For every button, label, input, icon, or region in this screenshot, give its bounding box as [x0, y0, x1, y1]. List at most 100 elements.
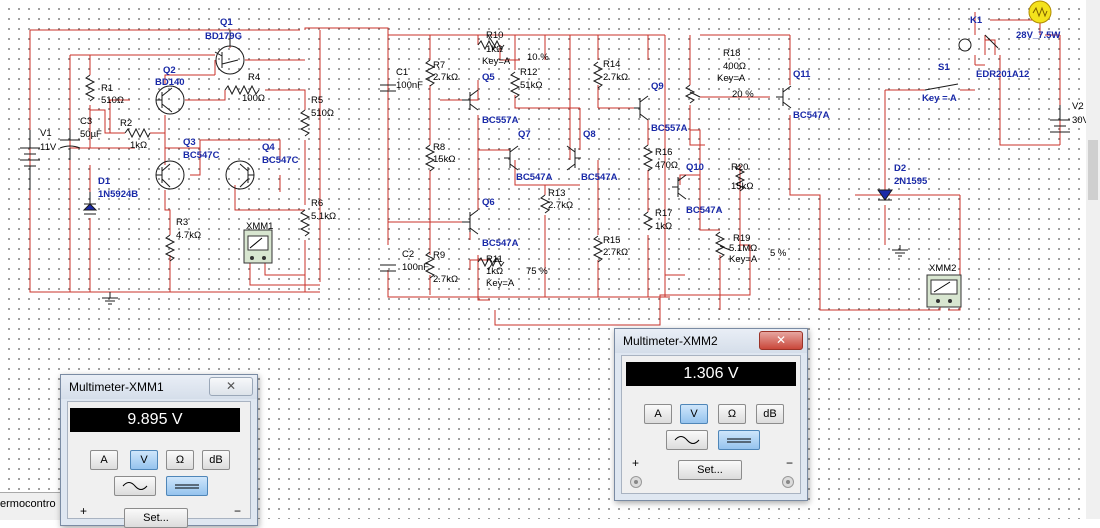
ohmmeter-mode-button[interactable]: Ω: [718, 404, 746, 424]
set-button[interactable]: Set...: [678, 460, 742, 480]
resistor-r12-icon: [509, 71, 521, 99]
label-q9-type: BC557A: [651, 123, 688, 134]
label-r4-val: 100Ω: [242, 93, 265, 104]
ac-mode-button[interactable]: [666, 430, 708, 450]
label-q11-type: BC547A: [793, 110, 830, 121]
label-q4-type: BC547C: [262, 155, 299, 166]
label-q1: Q1: [220, 17, 233, 28]
ground-icon: [102, 292, 118, 305]
label-q10-type: BC547A: [686, 205, 723, 216]
negative-terminal-label: −: [234, 504, 242, 518]
voltmeter-mode-button[interactable]: V: [680, 404, 708, 424]
label-r18-val: 400Ω: [723, 61, 746, 72]
label-c2-val: 100nF: [402, 262, 429, 273]
negative-terminal-label: −: [786, 456, 794, 470]
switch-s1-icon: [924, 83, 959, 91]
label-q6: Q6: [482, 197, 495, 208]
label-r11-key: Key=A: [486, 278, 515, 289]
label-d1-type: 1N5924B: [98, 189, 138, 200]
label-r9: R9: [433, 250, 445, 261]
relay-contact-k1-icon: [984, 34, 999, 49]
set-button[interactable]: Set...: [124, 508, 188, 528]
multimeter-xmm1-window[interactable]: Multimeter-XMM1 ✕ 9.895 V A V Ω dB + − S…: [60, 374, 258, 528]
positive-terminal[interactable]: [630, 476, 642, 488]
close-button[interactable]: ✕: [209, 377, 253, 396]
diode-d1-icon: [82, 192, 98, 215]
label-k1-type: EDR201A12: [976, 69, 1029, 80]
resistor-r1-icon: [84, 74, 96, 102]
multimeter-xmm1-icon[interactable]: [243, 229, 273, 264]
resistor-r15-icon: [592, 235, 604, 263]
label-r3: R3: [176, 217, 188, 228]
mm2-reading: 1.306 V: [626, 362, 796, 386]
label-v2: V2: [1072, 101, 1084, 112]
label-r13-val: 2.7kΩ: [548, 200, 573, 211]
label-r16-val: 470Ω: [655, 160, 678, 171]
ammeter-mode-button[interactable]: A: [644, 404, 672, 424]
label-q7: Q7: [518, 129, 531, 140]
decibel-mode-button[interactable]: dB: [202, 450, 230, 470]
label-r15-val: 2.7kΩ: [603, 247, 628, 258]
label-q5-type: BC557A: [482, 115, 519, 126]
label-d2-type: 2N1595: [894, 176, 928, 187]
resistor-r2-icon: [124, 127, 151, 139]
label-r17: R17: [655, 208, 672, 219]
label-r2: R2: [120, 118, 132, 129]
label-r6: R6: [311, 198, 323, 209]
vertical-scrollbar[interactable]: [1086, 0, 1100, 519]
positive-terminal-label: +: [632, 456, 640, 470]
label-s1-key: Key = A: [922, 93, 957, 104]
label-q2: Q2: [163, 65, 176, 76]
label-r10-pct: 10 %: [527, 52, 549, 63]
multimeter-xmm2-icon[interactable]: [926, 274, 962, 308]
label-r18-pct: 20 %: [732, 89, 754, 100]
close-icon: ✕: [225, 379, 237, 393]
dc-line-icon: [727, 438, 751, 443]
label-xmm1: XMM1: [246, 221, 273, 232]
label-v1: V1: [40, 128, 52, 139]
label-v1-val: 11V: [40, 142, 57, 153]
ammeter-mode-button[interactable]: A: [90, 450, 118, 470]
label-d2: D2: [894, 163, 906, 174]
transistor-q8-icon: [566, 145, 581, 171]
ohmmeter-mode-button[interactable]: Ω: [166, 450, 194, 470]
label-q5: Q5: [482, 72, 495, 83]
dc-mode-button[interactable]: [166, 476, 208, 496]
mm1-title: Multimeter-XMM1: [69, 380, 164, 394]
label-q6-type: BC547A: [482, 238, 519, 249]
label-r13: R13: [548, 188, 565, 199]
label-c2: C2: [402, 249, 414, 260]
label-lamp: 28V_7.5W: [1016, 30, 1060, 41]
close-button[interactable]: ✕: [759, 331, 803, 350]
label-r5: R5: [311, 95, 323, 106]
label-r10-key: Key=A: [482, 56, 511, 67]
negative-terminal[interactable]: [782, 476, 794, 488]
label-q10: Q10: [686, 162, 704, 173]
transistor-q11-icon: [776, 85, 792, 109]
label-q3-type: BC547C: [183, 150, 220, 161]
label-r10: R10: [486, 30, 503, 41]
ac-mode-button[interactable]: [114, 476, 156, 496]
label-r4: R4: [248, 72, 260, 83]
label-c3-val: 50µF: [80, 129, 102, 140]
label-r8: R8: [433, 142, 445, 153]
label-r12-val: 51kΩ: [520, 80, 542, 91]
lamp-icon: [1028, 0, 1052, 24]
label-r18-key: Key=A: [717, 73, 746, 84]
label-r3-val: 4.7kΩ: [176, 230, 201, 241]
resistor-r5-icon: [299, 109, 311, 137]
scrollbar-thumb[interactable]: [1088, 140, 1098, 200]
label-r6-val: 5.1kΩ: [311, 211, 336, 222]
label-r7: R7: [433, 60, 445, 71]
multimeter-xmm2-window[interactable]: Multimeter-XMM2 ✕ 1.306 V A V Ω dB + − S…: [614, 328, 808, 501]
potentiometer-r19-icon: [714, 231, 731, 259]
voltmeter-mode-button[interactable]: V: [130, 450, 158, 470]
ground-icon: [892, 245, 908, 257]
label-r17-val: 1kΩ: [655, 221, 672, 232]
label-r7-val: 2.7kΩ: [433, 72, 458, 83]
resistor-r14-icon: [592, 61, 604, 89]
dc-mode-button[interactable]: [718, 430, 760, 450]
decibel-mode-button[interactable]: dB: [756, 404, 784, 424]
transistor-q10-icon: [672, 174, 687, 200]
label-r20: R20: [731, 162, 748, 173]
